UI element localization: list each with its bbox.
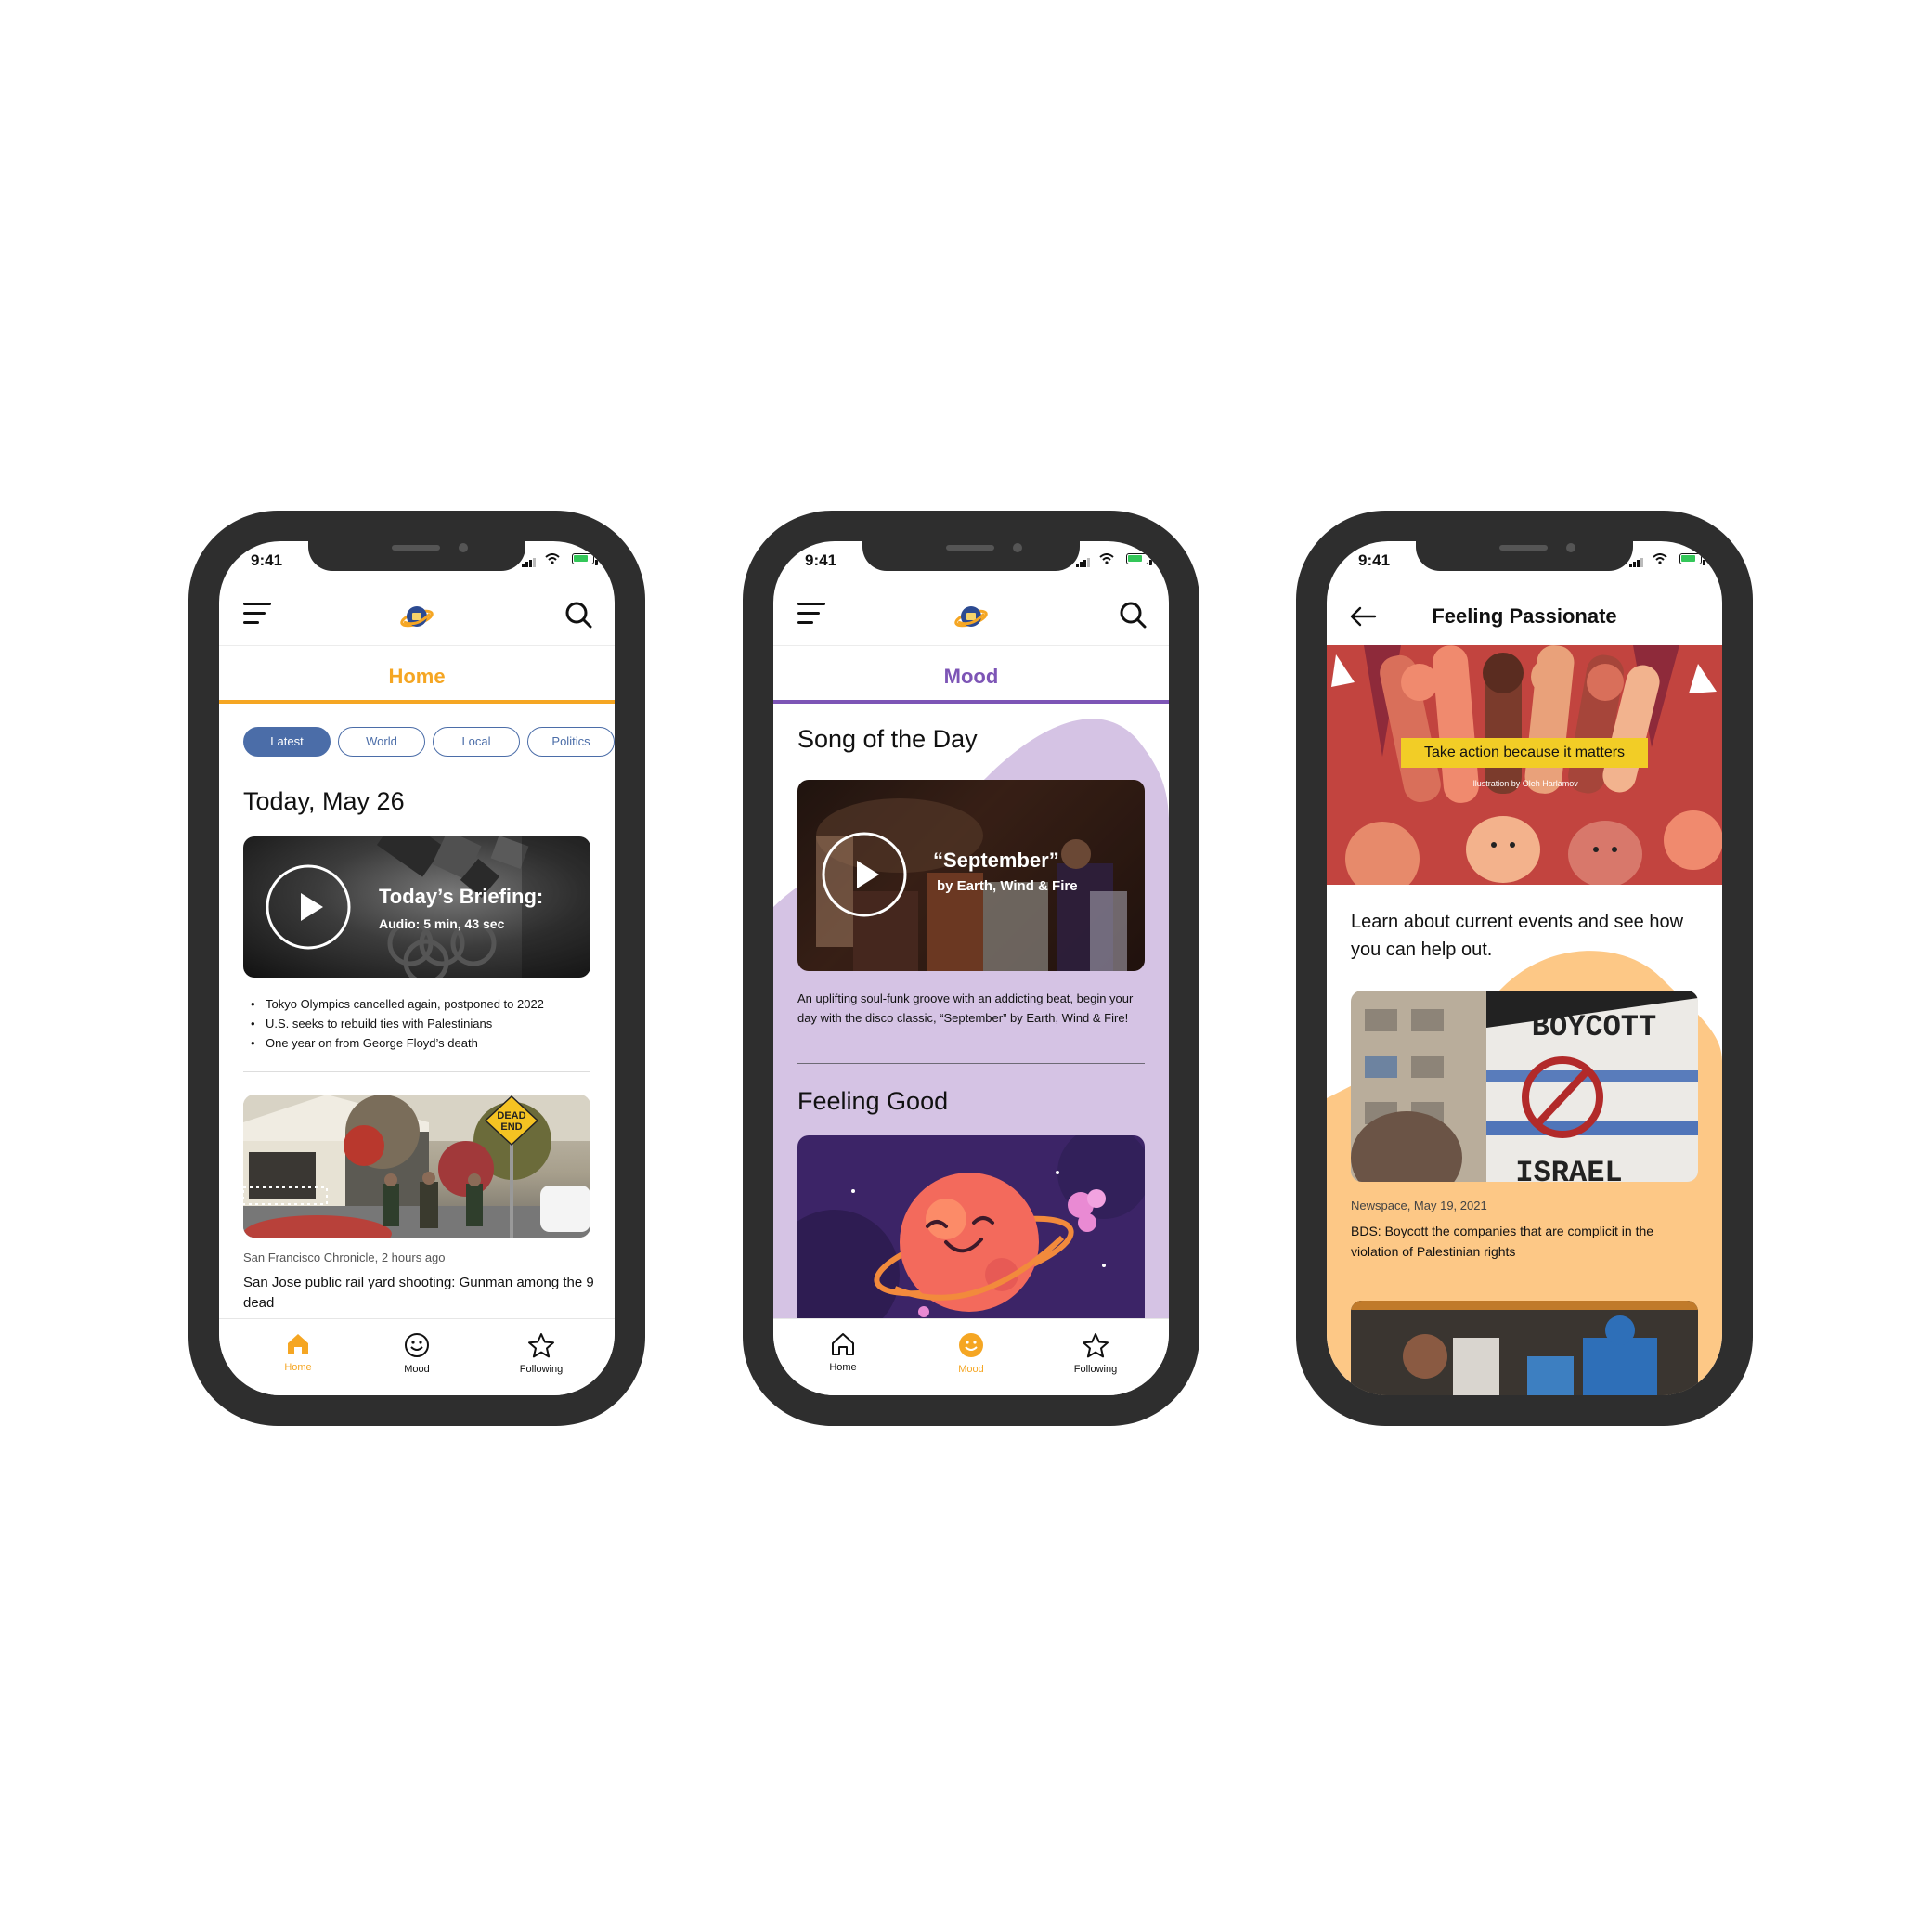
wifi-icon <box>545 553 560 564</box>
song-heading: Song of the Day <box>797 725 978 753</box>
mood-screen: 9:41 Mood Song of the Day “September” by… <box>773 541 1169 1395</box>
passionate-screen: 9:41 Feeling Passionate Take action beca… <box>1327 541 1722 1395</box>
top-app-bar <box>773 590 1169 645</box>
bullet-item[interactable]: One year on from George Floyd’s death <box>243 1033 605 1053</box>
article-image[interactable]: BOYCOTT ISRAEL <box>1351 991 1698 1182</box>
rail-yard-scene: DEAD END <box>243 1095 590 1238</box>
page-title: Home <box>388 665 446 688</box>
phone-mood: 9:41 Mood Song of the Day “September” by… <box>743 511 1199 1426</box>
song-description: An uplifting soul-funk groove with an ad… <box>797 991 1134 1025</box>
home-icon <box>288 1334 308 1354</box>
wifi-icon <box>1653 553 1667 564</box>
briefing-subtitle: Audio: 5 min, 43 sec <box>379 916 505 931</box>
app-logo <box>954 606 988 628</box>
bullet-item[interactable]: Tokyo Olympics cancelled again, postpone… <box>243 994 605 1014</box>
smiley-icon <box>405 1333 429 1357</box>
date-heading: Today, May 26 <box>243 787 405 815</box>
wall-sign-bottom: ISRAEL <box>1515 1156 1622 1182</box>
play-icon[interactable] <box>264 862 353 952</box>
phone-passionate: 9:41 Feeling Passionate Take action beca… <box>1296 511 1753 1426</box>
tab-label: Mood <box>404 1364 430 1375</box>
filter-latest[interactable]: Latest <box>243 727 331 757</box>
bottom-tab-bar: Home Mood Following <box>773 1318 1169 1395</box>
medical-workers-photo <box>1351 1301 1698 1395</box>
article-headline[interactable]: San Jose public rail yard shooting: Gunm… <box>243 1273 594 1314</box>
dead-end-sign: DEAD <box>497 1110 525 1121</box>
page-title: Feeling Passionate <box>1432 604 1617 628</box>
tab-following[interactable]: Following <box>490 1332 592 1375</box>
bullet-item[interactable]: U.S. seeks to rebuild ties with Palestin… <box>243 1014 605 1033</box>
home-screen: 9:41 Home Latest World Local Politics To… <box>219 541 615 1395</box>
filter-world[interactable]: World <box>338 727 425 757</box>
tab-label: Following <box>519 1364 564 1375</box>
status-icons <box>1076 551 1152 569</box>
battery-icon <box>572 553 598 565</box>
app-logo <box>400 606 434 628</box>
battery-icon <box>1679 553 1705 565</box>
notch <box>862 541 1080 571</box>
page-header: Home <box>219 645 615 704</box>
wall-sign-top: BOYCOTT <box>1532 1010 1656 1044</box>
banner-illustration: Take action because it matters Illustrat… <box>1327 645 1722 885</box>
article-meta: Newspace, May 19, 2021 <box>1351 1199 1487 1212</box>
play-icon[interactable] <box>820 830 909 919</box>
search-icon[interactable] <box>1119 601 1147 629</box>
tab-label: Mood <box>958 1364 984 1375</box>
status-icons <box>1629 551 1705 569</box>
song-title: “September” <box>933 849 1059 872</box>
briefing-bullet-list: Tokyo Olympics cancelled again, postpone… <box>243 994 605 1053</box>
dead-end-sign: END <box>500 1121 522 1133</box>
filter-local[interactable]: Local <box>433 727 520 757</box>
article-image[interactable]: DEAD END <box>243 1095 590 1238</box>
top-app-bar: Feeling Passionate <box>1327 590 1722 645</box>
divider <box>797 1063 1145 1064</box>
header-underline <box>219 700 615 704</box>
smiley-icon <box>959 1333 983 1357</box>
tab-home[interactable]: Home <box>247 1332 349 1373</box>
wifi-icon <box>1099 553 1114 564</box>
star-icon <box>528 1333 554 1358</box>
battery-icon <box>1126 553 1152 565</box>
menu-icon[interactable] <box>243 603 273 627</box>
tab-following[interactable]: Following <box>1044 1332 1147 1375</box>
notch <box>308 541 525 571</box>
status-icons <box>522 551 598 569</box>
article-image-2[interactable] <box>1351 1301 1698 1395</box>
intro-text: Learn about current events and see how y… <box>1351 912 1684 960</box>
phone-home: 9:41 Home Latest World Local Politics To… <box>188 511 645 1426</box>
tab-label: Home <box>284 1362 312 1373</box>
menu-icon[interactable] <box>797 603 827 627</box>
home-icon <box>832 1333 854 1355</box>
song-card[interactable]: “September” by Earth, Wind & Fire <box>797 780 1145 971</box>
tab-label: Home <box>829 1362 857 1373</box>
banner-credit: Illustration by Oleh Harlamov <box>1471 779 1578 788</box>
tab-label: Following <box>1073 1364 1118 1375</box>
status-time: 9:41 <box>1358 551 1391 569</box>
briefing-card[interactable]: Today’s Briefing: Audio: 5 min, 43 sec <box>243 836 590 978</box>
filter-politics[interactable]: Politics <box>527 727 615 757</box>
notch <box>1416 541 1633 571</box>
status-time: 9:41 <box>805 551 837 569</box>
bottom-tab-bar: Home Mood Following <box>219 1318 615 1395</box>
article-headline[interactable]: BDS: Boycott the companies that are comp… <box>1351 1221 1696 1262</box>
status-time: 9:41 <box>251 551 283 569</box>
feeling-heading: Feeling Good <box>797 1087 949 1115</box>
song-artist: by Earth, Wind & Fire <box>937 878 1078 894</box>
top-app-bar <box>219 590 615 645</box>
tab-mood[interactable]: Mood <box>920 1332 1022 1375</box>
search-icon[interactable] <box>564 601 592 629</box>
tab-mood[interactable]: Mood <box>366 1332 468 1375</box>
page-header: Mood <box>773 645 1169 704</box>
page-title: Mood <box>943 665 999 688</box>
star-icon <box>1083 1333 1109 1358</box>
divider <box>243 1071 590 1072</box>
article-meta: San Francisco Chronicle, 2 hours ago <box>243 1251 446 1264</box>
boycott-wall-photo: BOYCOTT ISRAEL <box>1351 991 1698 1182</box>
banner-caption: Take action because it matters <box>1401 738 1648 768</box>
briefing-title: Today’s Briefing: <box>379 885 544 908</box>
filter-pills: Latest World Local Politics <box>243 727 615 758</box>
tab-home[interactable]: Home <box>792 1332 894 1373</box>
